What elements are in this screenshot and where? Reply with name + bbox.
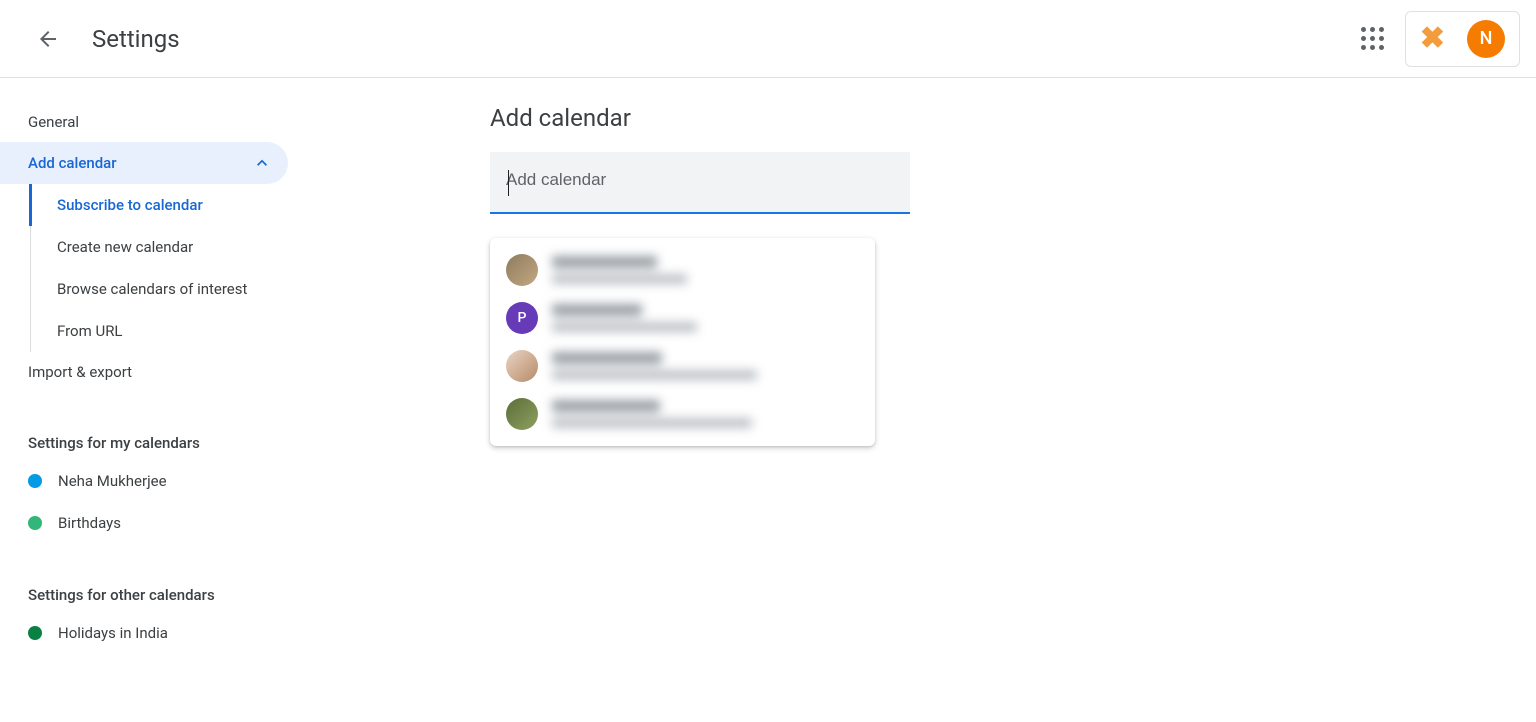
sidebar: General Add calendar Subscribe to calend… xyxy=(0,78,300,654)
suggestion-text xyxy=(552,352,859,380)
suggestion-item[interactable] xyxy=(490,342,875,390)
suggestion-text xyxy=(552,304,859,332)
sidebar-item-label: Add calendar xyxy=(28,154,117,172)
suggestions-dropdown: P xyxy=(490,238,875,446)
suggestion-avatar xyxy=(506,350,538,382)
calendar-label: Neha Mukherjee xyxy=(58,472,167,490)
extension-icon[interactable]: ✖ xyxy=(1420,21,1445,56)
header: Settings ✖ N xyxy=(0,0,1536,78)
suggestion-avatar xyxy=(506,398,538,430)
calendar-item[interactable]: Birthdays xyxy=(0,502,300,544)
sidebar-submenu: Subscribe to calendar Create new calenda… xyxy=(30,184,300,352)
suggestion-text xyxy=(552,400,859,428)
sidebar-item-add-calendar[interactable]: Add calendar xyxy=(0,142,288,184)
calendar-color-dot xyxy=(28,626,42,640)
suggestion-item[interactable] xyxy=(490,390,875,438)
sidebar-sub-subscribe[interactable]: Subscribe to calendar xyxy=(29,184,300,226)
sidebar-heading-my-calendars: Settings for my calendars xyxy=(0,420,300,460)
apps-grid-icon xyxy=(1361,27,1384,50)
sidebar-heading-other-calendars: Settings for other calendars xyxy=(0,572,300,612)
sidebar-item-import-export[interactable]: Import & export xyxy=(0,352,288,392)
add-calendar-field-wrap[interactable] xyxy=(490,152,910,214)
header-left: Settings xyxy=(28,19,180,59)
calendar-label: Birthdays xyxy=(58,514,121,532)
sidebar-sub-create-new[interactable]: Create new calendar xyxy=(31,226,300,268)
main-title: Add calendar xyxy=(490,104,1536,132)
suggestion-avatar xyxy=(506,254,538,286)
header-right: ✖ N xyxy=(1353,11,1520,67)
suggestion-item[interactable] xyxy=(490,246,875,294)
extension-box: ✖ N xyxy=(1405,11,1520,67)
calendar-item[interactable]: Holidays in India xyxy=(0,612,300,654)
suggestion-avatar: P xyxy=(506,302,538,334)
calendar-label: Holidays in India xyxy=(58,624,168,642)
arrow-left-icon xyxy=(36,27,60,51)
suggestion-text xyxy=(552,256,859,284)
content: General Add calendar Subscribe to calend… xyxy=(0,78,1536,654)
calendar-item[interactable]: Neha Mukherjee xyxy=(0,460,300,502)
account-avatar[interactable]: N xyxy=(1467,20,1505,58)
sidebar-sub-browse[interactable]: Browse calendars of interest xyxy=(31,268,300,310)
chevron-up-icon xyxy=(252,153,272,173)
calendar-color-dot xyxy=(28,474,42,488)
suggestion-item[interactable]: P xyxy=(490,294,875,342)
back-button[interactable] xyxy=(28,19,68,59)
sidebar-sub-from-url[interactable]: From URL xyxy=(31,310,300,352)
calendar-color-dot xyxy=(28,516,42,530)
sidebar-item-general[interactable]: General xyxy=(0,102,288,142)
page-title: Settings xyxy=(92,25,180,53)
main-panel: Add calendar P xyxy=(300,78,1536,654)
add-calendar-input[interactable] xyxy=(506,170,894,190)
apps-button[interactable] xyxy=(1353,19,1393,59)
text-cursor xyxy=(508,170,509,196)
